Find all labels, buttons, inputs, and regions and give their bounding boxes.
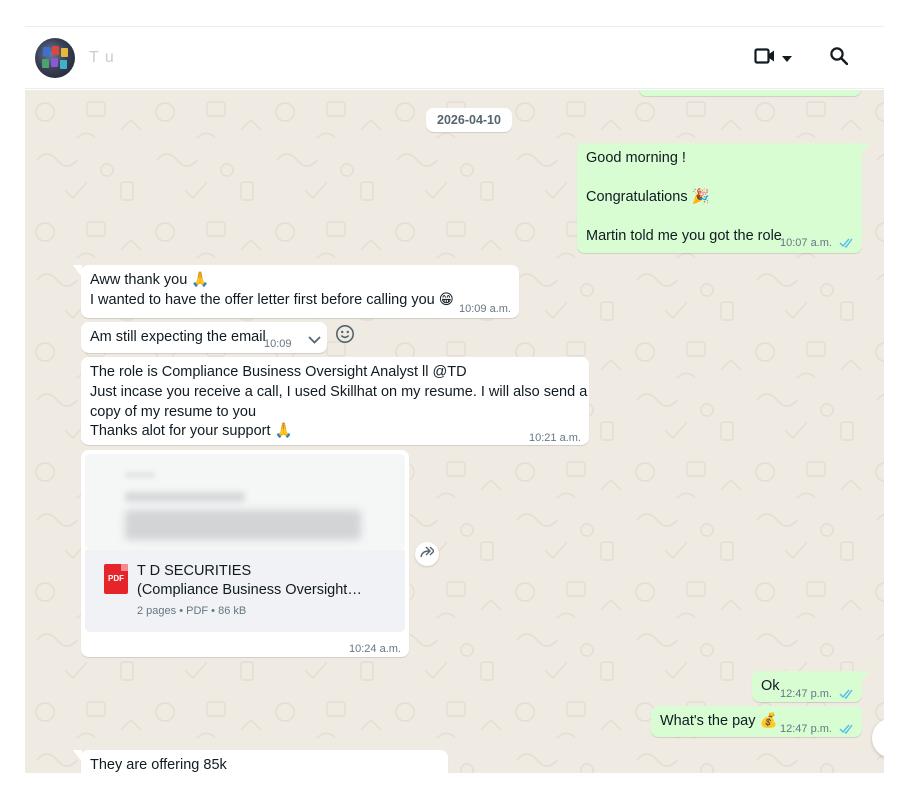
message-meta: 12:47 p.m.: [780, 719, 854, 741]
message-text: Am still expecting the email: [90, 329, 266, 345]
message-time: 12:47 p.m.: [779, 688, 832, 700]
message-bubble-outgoing[interactable]: Ok 12:47 p.m.: [752, 671, 870, 702]
message-time: 10:09 a.m.: [459, 303, 511, 315]
message-bubble-outgoing[interactable]: What's the pay 💰 12:47 p.m.: [651, 706, 862, 737]
message-list[interactable]: 2026-04-10 Good morning ! Congratulation…: [25, 90, 884, 773]
message-time: 10:09 a.m.: [264, 338, 294, 350]
previous-message: [639, 90, 861, 96]
forward-button[interactable]: [415, 542, 439, 566]
document-meta: 2 pages • PDF • 86 kB: [137, 605, 247, 617]
message-bubble-incoming[interactable]: Aww thank you 🙏 I wanted to have the off…: [73, 265, 519, 318]
message-text: Just incase you receive a call, I used S…: [90, 384, 588, 400]
read-ticks-icon: [839, 721, 854, 741]
video-call-icon: [754, 47, 776, 69]
video-call-button[interactable]: [754, 47, 792, 69]
chat-window: T u 2026-04-10 Good morning ! Congratula…: [25, 26, 884, 773]
date-divider: 2026-04-10: [426, 108, 512, 132]
message-meta: 10:07 a.m.: [780, 233, 854, 255]
message-time: 12:47 p.m.: [779, 723, 832, 735]
pdf-file-icon: PDF: [104, 564, 128, 594]
message-bubble-incoming[interactable]: They are offering 85k: [73, 750, 448, 773]
document-title: T D SECURITIES: [137, 563, 252, 579]
message-text: They are offering 85k: [90, 757, 227, 773]
message-meta: 12:47 p.m.: [780, 684, 854, 706]
read-ticks-icon: [839, 235, 854, 255]
chat-header: T u: [25, 27, 884, 89]
caret-down-icon: [782, 49, 792, 67]
message-text: Good morning !: [586, 150, 686, 166]
message-time: 10:07 a.m.: [779, 237, 832, 249]
message-text: The role is Compliance Business Oversigh…: [90, 364, 467, 380]
message-time: 10:21 a.m.: [529, 432, 581, 444]
message-text: Aww thank you 🙏: [90, 272, 210, 288]
forward-icon: [420, 545, 435, 563]
document-message[interactable]: PDF T D SECURITIES (Compliance Business …: [81, 450, 409, 657]
document-preview[interactable]: [85, 454, 405, 550]
message-bubble-outgoing[interactable]: Good morning ! Congratulations 🎉 Martin …: [577, 143, 870, 255]
search-icon: [830, 46, 849, 69]
message-bubble-incoming[interactable]: The role is Compliance Business Oversigh…: [81, 357, 589, 445]
smiley-icon: [335, 324, 355, 349]
search-button[interactable]: [830, 46, 849, 70]
contact-name[interactable]: T u: [89, 49, 115, 67]
message-time: 10:24 a.m.: [349, 643, 401, 655]
message-text: copy of my resume to you: [90, 404, 257, 420]
message-bubble-incoming[interactable]: Am still expecting the email 10:09 a.m.: [81, 322, 327, 353]
message-text: Congratulations 🎉: [586, 189, 710, 205]
read-ticks-icon: [839, 686, 854, 706]
message-text: What's the pay 💰: [660, 713, 778, 729]
message-text: I wanted to have the offer letter first …: [90, 292, 454, 308]
contact-avatar[interactable]: [35, 38, 75, 78]
document-info[interactable]: PDF T D SECURITIES (Compliance Business …: [85, 550, 405, 632]
message-text: Thanks alot for your support 🙏: [90, 423, 293, 439]
document-title-line-2: (Compliance Business Oversight…: [137, 582, 362, 598]
chevron-down-icon: [308, 332, 321, 348]
message-menu-button[interactable]: [304, 331, 321, 351]
message-text: Martin told me you got the role: [586, 228, 782, 244]
react-button[interactable]: [334, 324, 356, 349]
message-text: Ok: [761, 678, 780, 694]
